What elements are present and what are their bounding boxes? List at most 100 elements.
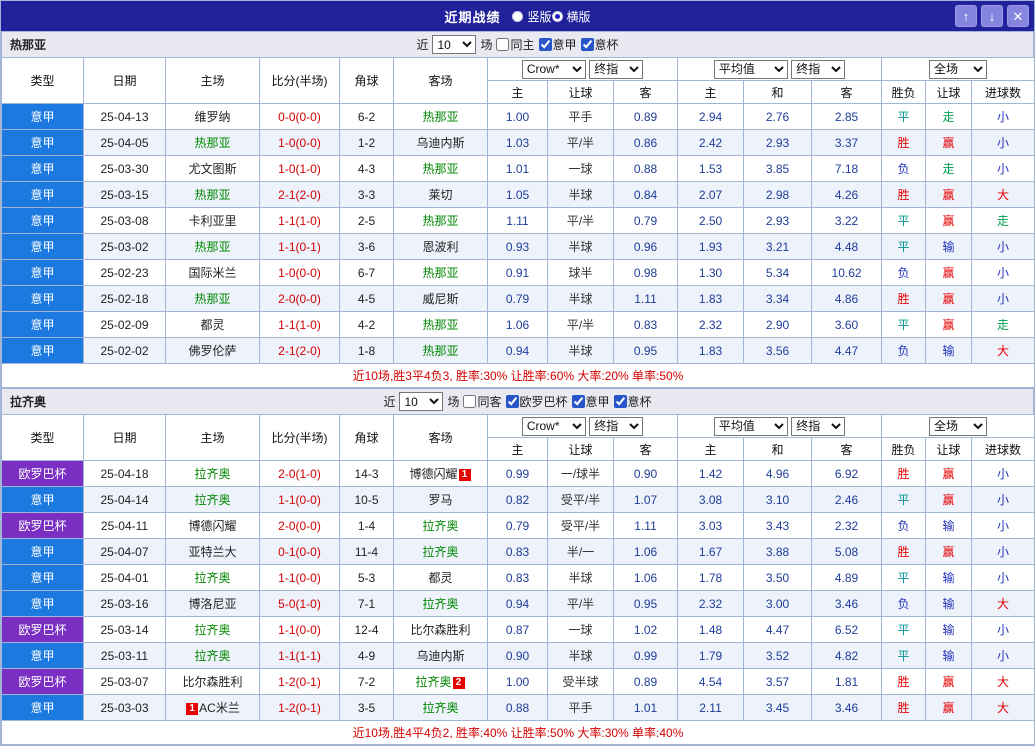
away-team[interactable]: 热那亚 bbox=[393, 311, 488, 338]
team-name-text[interactable]: 拉齐奥 bbox=[194, 493, 230, 507]
bookmaker-select[interactable]: Crow* bbox=[521, 59, 586, 79]
team-name-text[interactable]: 拉齐奥 bbox=[422, 597, 458, 611]
away-team[interactable]: 乌迪内斯 bbox=[393, 129, 488, 156]
score-cell[interactable]: 2-0(1-0) bbox=[259, 460, 340, 487]
team-name-text[interactable]: 莱切 bbox=[428, 188, 452, 202]
recent-count-select[interactable]: 10 bbox=[399, 392, 444, 411]
away-team[interactable]: 乌迪内斯 bbox=[393, 642, 488, 669]
average-select[interactable]: 平均值 bbox=[713, 416, 788, 436]
away-team[interactable]: 拉齐奥 bbox=[393, 538, 488, 565]
home-team[interactable]: 拉齐奥 bbox=[165, 616, 260, 643]
home-team[interactable]: 博德闪耀 bbox=[165, 512, 260, 539]
checkbox-input[interactable] bbox=[463, 395, 477, 408]
score-cell[interactable]: 0-1(0-0) bbox=[259, 538, 340, 565]
checkbox-input[interactable] bbox=[571, 395, 585, 408]
team-name-text[interactable]: 都灵 bbox=[428, 571, 452, 585]
team-name-text[interactable]: 热那亚 bbox=[194, 292, 230, 306]
team-name-text[interactable]: 热那亚 bbox=[194, 240, 230, 254]
checkbox-input[interactable] bbox=[538, 38, 552, 51]
team-name-text[interactable]: 热那亚 bbox=[422, 344, 458, 358]
filter-checkbox-意杯[interactable]: 意杯 bbox=[613, 393, 652, 410]
score-cell[interactable]: 1-0(0-0) bbox=[259, 129, 340, 156]
team-name-text[interactable]: 拉齐奥 bbox=[194, 467, 230, 481]
home-team[interactable]: 1 AC米兰 bbox=[165, 694, 260, 721]
score-cell[interactable]: 1-1(0-1) bbox=[259, 233, 340, 260]
radio-layout-vertical[interactable]: 竖版 bbox=[512, 8, 552, 25]
away-team[interactable]: 热那亚 bbox=[393, 103, 488, 130]
filter-checkbox-意甲[interactable]: 意甲 bbox=[538, 36, 577, 53]
team-name-text[interactable]: 拉齐奥 bbox=[422, 519, 458, 533]
home-team[interactable]: 比尔森胜利 bbox=[165, 668, 260, 695]
team-name-text[interactable]: AC米兰 bbox=[199, 701, 240, 715]
away-team[interactable]: 威尼斯 bbox=[393, 285, 488, 312]
score-cell[interactable]: 1-2(0-1) bbox=[259, 694, 340, 721]
score-cell[interactable]: 2-1(2-0) bbox=[259, 181, 340, 208]
team-name-text[interactable]: 维罗纳 bbox=[194, 110, 230, 124]
away-team[interactable]: 博德闪耀 1 bbox=[393, 460, 488, 487]
away-team[interactable]: 罗马 bbox=[393, 486, 488, 513]
team-name-text[interactable]: 热那亚 bbox=[194, 188, 230, 202]
score-cell[interactable]: 5-0(1-0) bbox=[259, 590, 340, 617]
home-team[interactable]: 维罗纳 bbox=[165, 103, 260, 130]
team-name-text[interactable]: 热那亚 bbox=[422, 266, 458, 280]
team-name-text[interactable]: 热那亚 bbox=[194, 136, 230, 150]
team-name-text[interactable]: 热那亚 bbox=[422, 110, 458, 124]
team-name-text[interactable]: 拉齐奥 bbox=[194, 571, 230, 585]
avg-stage-select[interactable]: 终指 bbox=[791, 59, 846, 79]
team-name-text[interactable]: 都灵 bbox=[200, 318, 224, 332]
score-cell[interactable]: 1-1(1-0) bbox=[259, 207, 340, 234]
team-name-text[interactable]: 拉齐奥 bbox=[415, 675, 451, 689]
filter-checkbox-意甲[interactable]: 意甲 bbox=[571, 393, 610, 410]
home-team[interactable]: 拉齐奥 bbox=[165, 642, 260, 669]
away-team[interactable]: 热那亚 bbox=[393, 337, 488, 364]
bookmaker-select[interactable]: Crow* bbox=[521, 416, 586, 436]
team-name-text[interactable]: 卡利亚里 bbox=[188, 214, 236, 228]
odds-stage-select[interactable]: 终指 bbox=[589, 416, 644, 436]
away-team[interactable]: 拉齐奥 2 bbox=[393, 668, 488, 695]
score-cell[interactable]: 1-1(0-0) bbox=[259, 564, 340, 591]
filter-checkbox-欧罗巴杯[interactable]: 欧罗巴杯 bbox=[505, 393, 568, 410]
checkbox-input[interactable] bbox=[496, 38, 510, 51]
close-button[interactable]: ✕ bbox=[1007, 5, 1029, 27]
score-cell[interactable]: 0-0(0-0) bbox=[259, 103, 340, 130]
home-team[interactable]: 热那亚 bbox=[165, 129, 260, 156]
home-team[interactable]: 亚特兰大 bbox=[165, 538, 260, 565]
scope-select[interactable]: 全场 bbox=[929, 59, 988, 79]
score-cell[interactable]: 2-0(0-0) bbox=[259, 512, 340, 539]
team-name-text[interactable]: 国际米兰 bbox=[188, 266, 236, 280]
team-name-text[interactable]: 拉齐奥 bbox=[422, 545, 458, 559]
home-team[interactable]: 热那亚 bbox=[165, 233, 260, 260]
away-team[interactable]: 莱切 bbox=[393, 181, 488, 208]
home-team[interactable]: 拉齐奥 bbox=[165, 564, 260, 591]
filter-checkbox-意杯[interactable]: 意杯 bbox=[580, 36, 619, 53]
home-team[interactable]: 拉齐奥 bbox=[165, 486, 260, 513]
checkbox-input[interactable] bbox=[505, 395, 519, 408]
team-name-text[interactable]: 博德闪耀 bbox=[409, 467, 457, 481]
score-cell[interactable]: 2-0(0-0) bbox=[259, 285, 340, 312]
checkbox-input[interactable] bbox=[613, 395, 627, 408]
away-team[interactable]: 热那亚 bbox=[393, 259, 488, 286]
team-name-text[interactable]: 尤文图斯 bbox=[188, 162, 236, 176]
move-down-button[interactable]: ↓ bbox=[981, 5, 1003, 27]
team-name-text[interactable]: 拉齐奥 bbox=[194, 623, 230, 637]
score-cell[interactable]: 1-1(1-1) bbox=[259, 642, 340, 669]
home-team[interactable]: 佛罗伦萨 bbox=[165, 337, 260, 364]
team-name-text[interactable]: 恩波利 bbox=[422, 240, 458, 254]
away-team[interactable]: 恩波利 bbox=[393, 233, 488, 260]
away-team[interactable]: 拉齐奥 bbox=[393, 512, 488, 539]
team-name-text[interactable]: 热那亚 bbox=[422, 214, 458, 228]
team-name-text[interactable]: 罗马 bbox=[428, 493, 452, 507]
team-name-text[interactable]: 热那亚 bbox=[422, 318, 458, 332]
average-select[interactable]: 平均值 bbox=[713, 59, 788, 79]
score-cell[interactable]: 1-1(0-0) bbox=[259, 486, 340, 513]
home-team[interactable]: 热那亚 bbox=[165, 285, 260, 312]
team-name-text[interactable]: 热那亚 bbox=[422, 162, 458, 176]
odds-stage-select[interactable]: 终指 bbox=[589, 59, 644, 79]
team-name-text[interactable]: 博洛尼亚 bbox=[188, 597, 236, 611]
home-team[interactable]: 国际米兰 bbox=[165, 259, 260, 286]
score-cell[interactable]: 1-1(1-0) bbox=[259, 311, 340, 338]
score-cell[interactable]: 1-1(0-0) bbox=[259, 616, 340, 643]
home-team[interactable]: 都灵 bbox=[165, 311, 260, 338]
avg-stage-select[interactable]: 终指 bbox=[791, 416, 846, 436]
home-team[interactable]: 卡利亚里 bbox=[165, 207, 260, 234]
